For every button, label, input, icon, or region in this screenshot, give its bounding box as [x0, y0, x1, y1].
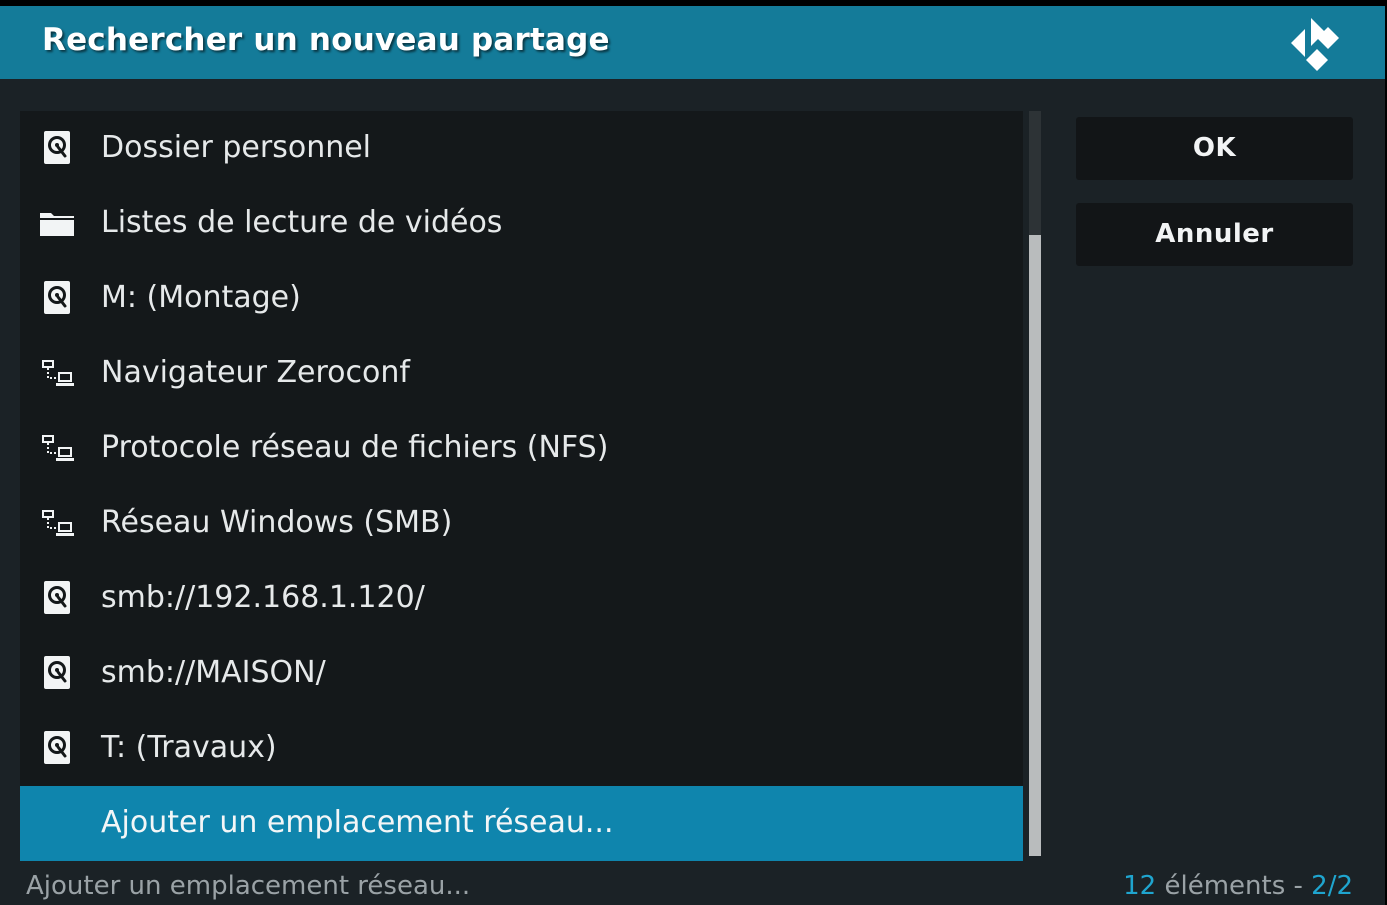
list-item[interactable]: Ajouter un emplacement réseau... [20, 786, 1023, 861]
browse-share-dialog: Rechercher un nouveau partage Dossier pe… [0, 6, 1385, 905]
list-item-label: Dossier personnel [101, 130, 372, 165]
item-count: 12 éléments - 2/2 [1123, 871, 1353, 901]
list-item-label: T: (Travaux) [101, 730, 277, 765]
source-list: Dossier personnel Listes de lecture de vi… [20, 111, 1023, 861]
list-scrollbar[interactable] [1029, 111, 1041, 856]
list-item[interactable]: smb://MAISON/ [20, 636, 1023, 711]
network-icon [38, 504, 76, 542]
harddisk-icon [38, 579, 76, 617]
list-item[interactable]: smb://192.168.1.120/ [20, 561, 1023, 636]
dialog-title: Rechercher un nouveau partage [42, 22, 610, 58]
list-item[interactable]: Réseau Windows (SMB) [20, 486, 1023, 561]
dialog-title-bar: Rechercher un nouveau partage [0, 6, 1385, 79]
network-icon [38, 354, 76, 392]
list-item-label: Listes de lecture de vidéos [101, 205, 503, 240]
item-count-number: 12 [1123, 871, 1157, 901]
list-item-label: smb://MAISON/ [101, 655, 326, 690]
cancel-button[interactable]: Annuler [1076, 203, 1353, 266]
list-item-label: Réseau Windows (SMB) [101, 505, 453, 540]
list-item[interactable]: Dossier personnel [20, 111, 1023, 186]
list-item-label: Navigateur Zeroconf [101, 355, 410, 390]
list-item[interactable]: M: (Montage) [20, 261, 1023, 336]
status-text: Ajouter un emplacement réseau... [26, 871, 471, 901]
harddisk-icon [38, 729, 76, 767]
harddisk-icon [38, 279, 76, 317]
list-item-label: Ajouter un emplacement réseau... [101, 805, 614, 840]
kodi-logo-icon [1291, 18, 1339, 71]
ok-button[interactable]: OK [1076, 117, 1353, 180]
list-item[interactable]: Navigateur Zeroconf [20, 336, 1023, 411]
item-count-label: éléments - [1156, 871, 1312, 901]
harddisk-icon [38, 129, 76, 167]
page-indicator: 2/2 [1311, 871, 1353, 901]
list-item[interactable]: Listes de lecture de vidéos [20, 186, 1023, 261]
list-item-label: Protocole réseau de fichiers (NFS) [101, 430, 609, 465]
folder-icon [38, 204, 76, 242]
list-item-label: M: (Montage) [101, 280, 301, 315]
scrollbar-thumb[interactable] [1029, 111, 1041, 235]
list-item[interactable]: Protocole réseau de fichiers (NFS) [20, 411, 1023, 486]
list-item-label: smb://192.168.1.120/ [101, 580, 425, 615]
list-item[interactable]: T: (Travaux) [20, 711, 1023, 786]
harddisk-icon [38, 654, 76, 692]
network-icon [38, 429, 76, 467]
